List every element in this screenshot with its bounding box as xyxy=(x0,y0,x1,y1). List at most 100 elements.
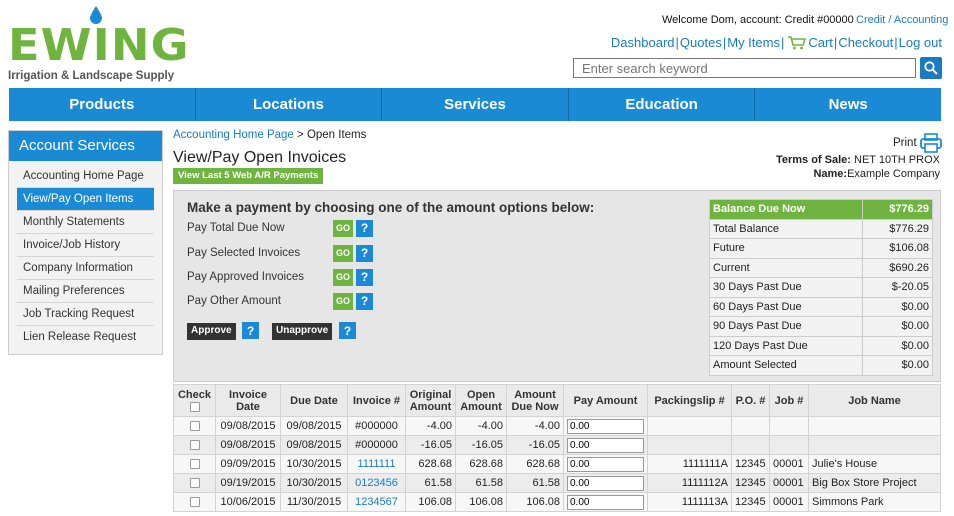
help-icon[interactable]: ? xyxy=(356,219,373,237)
col-original-amount[interactable]: Original Amount xyxy=(405,384,456,417)
pay-amount-input[interactable] xyxy=(567,494,644,510)
row-checkbox[interactable] xyxy=(189,440,200,451)
option-pay-selected: Pay Selected Invoices GO ? xyxy=(187,243,373,263)
invoice-date: 09/09/2015 xyxy=(215,454,281,474)
col-job-name[interactable]: Job Name xyxy=(808,384,941,417)
go-button[interactable]: GO xyxy=(333,268,353,286)
table-row: 09/08/2015 09/08/2015 #000000 -4.00 -4.00 -4.… xyxy=(173,416,941,436)
row-checkbox[interactable] xyxy=(189,421,200,432)
balance-value: $0.00 xyxy=(862,296,933,317)
view-last-payments-button[interactable]: View Last 5 Web A/R Payments xyxy=(173,168,324,184)
welcome-text: Welcome Dom, account: Credit #00000 xyxy=(662,14,854,26)
job-number: 00001 xyxy=(769,454,809,474)
search-button[interactable] xyxy=(920,57,942,79)
pay-amount-input[interactable] xyxy=(567,475,644,491)
invoice-no-cell: 0123456 xyxy=(347,473,406,493)
go-button[interactable]: GO xyxy=(333,244,353,262)
quotes-link[interactable]: Quotes xyxy=(680,35,722,50)
approve-help-icon[interactable]: ? xyxy=(242,322,259,339)
invoice-number: #000000 xyxy=(355,420,398,432)
job-number: 00001 xyxy=(769,473,809,493)
sidebar-item-invoice-job-history[interactable]: Invoice/Job History xyxy=(17,234,154,257)
nav-separator: | xyxy=(833,35,838,50)
invoice-link[interactable]: 0123456 xyxy=(355,477,398,489)
cart-icon[interactable] xyxy=(788,35,807,50)
nav-locations[interactable]: Locations xyxy=(196,88,383,121)
pay-amount-input[interactable] xyxy=(567,437,644,453)
approve-button[interactable]: Approve xyxy=(187,323,236,340)
po-number: 12345 xyxy=(731,473,770,493)
balance-label: Amount Selected xyxy=(709,355,863,376)
go-button[interactable]: GO xyxy=(333,219,353,237)
sidebar-item-accounting-home[interactable]: Accounting Home Page xyxy=(17,165,154,188)
invoice-link[interactable]: 1234567 xyxy=(355,496,398,508)
invoice-no-cell: 1234567 xyxy=(347,492,406,512)
sidebar-item-job-tracking-request[interactable]: Job Tracking Request xyxy=(17,303,154,326)
balance-value: $0.00 xyxy=(862,335,933,356)
amount-due-now: 106.08 xyxy=(506,492,564,512)
open-amount: 61.58 xyxy=(455,473,507,493)
nav-news[interactable]: News xyxy=(755,88,941,121)
dashboard-link[interactable]: Dashboard xyxy=(611,35,675,50)
sidebar-item-lien-release-request[interactable]: Lien Release Request xyxy=(17,326,154,348)
amount-due-now: 628.68 xyxy=(506,454,564,474)
col-invoice-no[interactable]: Invoice # xyxy=(347,384,406,417)
invoice-link[interactable]: 1111111 xyxy=(358,458,396,470)
pay-amount-input[interactable] xyxy=(567,456,644,472)
unapprove-help-icon[interactable]: ? xyxy=(339,322,356,339)
sidebar-item-mailing-preferences[interactable]: Mailing Preferences xyxy=(17,280,154,303)
cart-link[interactable]: Cart xyxy=(808,35,833,50)
search-input[interactable] xyxy=(573,58,916,78)
logout-link[interactable]: Log out xyxy=(899,35,942,50)
col-po[interactable]: P.O. # xyxy=(731,384,770,417)
row-checkbox[interactable] xyxy=(189,478,200,489)
original-amount: -4.00 xyxy=(405,416,456,436)
amount-due-now: -4.00 xyxy=(506,416,564,436)
ewing-logo[interactable]: EWING Irrigation & Landscape Supply xyxy=(8,4,189,82)
credit-accounting-link[interactable]: Credit / Accounting xyxy=(856,14,948,26)
logo-wordmark: EWING xyxy=(8,20,190,71)
row-check-cell xyxy=(173,473,216,493)
invoice-no-cell: #000000 xyxy=(347,435,406,455)
row-checkbox[interactable] xyxy=(189,459,200,470)
nav-separator: | xyxy=(894,35,898,50)
logo-tagline: Irrigation & Landscape Supply xyxy=(8,70,175,82)
help-icon[interactable]: ? xyxy=(356,292,373,310)
col-open-amount[interactable]: Open Amount xyxy=(455,384,507,417)
checkout-link[interactable]: Checkout xyxy=(838,35,893,50)
nav-services[interactable]: Services xyxy=(382,88,569,121)
balance-label: 120 Days Past Due xyxy=(709,335,863,356)
balance-row: Amount Selected $0.00 xyxy=(709,355,933,376)
col-packingslip[interactable]: Packingslip # xyxy=(647,384,732,417)
help-icon[interactable]: ? xyxy=(356,244,373,262)
print-button[interactable]: Print xyxy=(893,133,942,153)
unapprove-button[interactable]: Unapprove xyxy=(272,323,333,340)
sidebar-item-monthly-statements[interactable]: Monthly Statements xyxy=(17,211,154,234)
col-invoice-date[interactable]: Invoice Date xyxy=(215,384,281,417)
nav-separator: | xyxy=(780,35,785,50)
table-row: 09/19/2015 10/30/2015 0123456 61.58 61.58 61.… xyxy=(173,473,941,493)
breadcrumb-home-link[interactable]: Accounting Home Page xyxy=(173,129,294,141)
nav-education[interactable]: Education xyxy=(569,88,756,121)
col-job-no[interactable]: Job # xyxy=(769,384,809,417)
help-icon[interactable]: ? xyxy=(356,268,373,286)
table-row: 09/08/2015 09/08/2015 #000000 -16.05 -16.05-… xyxy=(173,435,941,455)
col-pay-amount[interactable]: Pay Amount xyxy=(563,384,648,417)
terms-info: Terms of Sale: NET 10TH PROX Name:Exampl… xyxy=(776,153,940,181)
nav-products[interactable]: Products xyxy=(9,88,196,121)
original-amount: -16.05 xyxy=(405,435,456,455)
select-all-checkbox[interactable] xyxy=(189,401,200,412)
balance-label: 30 Days Past Due xyxy=(709,277,863,298)
sidebar-item-company-information[interactable]: Company Information xyxy=(17,257,154,280)
printer-icon xyxy=(919,133,942,153)
my-items-link[interactable]: My Items xyxy=(727,35,780,50)
balance-row: Total Balance $776.29 xyxy=(709,218,933,239)
job-name: Simmons Park xyxy=(808,492,941,512)
go-button[interactable]: GO xyxy=(333,292,353,310)
col-due-date[interactable]: Due Date xyxy=(280,384,348,417)
row-checkbox[interactable] xyxy=(189,497,200,508)
pay-amount-input[interactable] xyxy=(567,418,644,434)
col-amount-due-now[interactable]: Amount Due Now xyxy=(506,384,564,417)
row-check-cell xyxy=(173,435,216,455)
sidebar-item-view-pay-open-items[interactable]: View/Pay Open Items xyxy=(17,188,154,211)
